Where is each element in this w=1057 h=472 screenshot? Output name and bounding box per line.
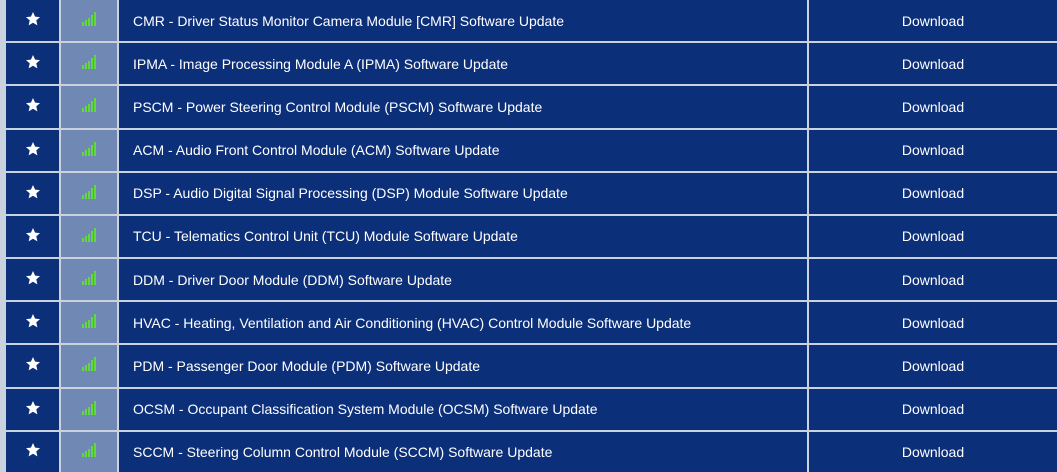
signal-bars-icon (82, 141, 96, 156)
favorite-cell (0, 388, 61, 432)
update-row: OCSM - Occupant Classification System Mo… (0, 388, 1057, 432)
download-cell: Download (809, 0, 1057, 44)
update-title: IPMA - Image Processing Module A (IPMA) … (119, 43, 809, 87)
star-icon[interactable] (25, 400, 41, 416)
signal-bars-icon (82, 400, 96, 415)
signal-bars-icon (82, 98, 96, 113)
update-row: CMR - Driver Status Monitor Camera Modul… (0, 0, 1057, 44)
download-link[interactable]: Download (902, 272, 964, 288)
signal-bars-icon (82, 271, 96, 286)
update-row: PSCM - Power Steering Control Module (PS… (0, 86, 1057, 130)
download-cell: Download (809, 129, 1057, 173)
signal-cell (61, 215, 119, 260)
update-row: SCCM - Steering Column Control Module (S… (0, 431, 1057, 472)
favorite-cell (0, 172, 61, 216)
signal-cell (61, 431, 119, 472)
signal-bars-icon (82, 227, 96, 242)
signal-bars-icon (82, 357, 96, 372)
software-updates-table: CMR - Driver Status Monitor Camera Modul… (0, 0, 1057, 472)
update-row: HVAC - Heating, Ventilation and Air Cond… (0, 302, 1057, 346)
signal-bars-icon (82, 12, 96, 27)
update-row: ACM - Audio Front Control Module (ACM) S… (0, 129, 1057, 173)
download-link[interactable]: Download (902, 56, 964, 72)
download-cell: Download (809, 172, 1057, 216)
update-title: DDM - Driver Door Module (DDM) Software … (119, 259, 809, 303)
signal-cell (61, 129, 119, 173)
download-link[interactable]: Download (902, 315, 964, 331)
update-title: PSCM - Power Steering Control Module (PS… (119, 86, 809, 130)
update-row: IPMA - Image Processing Module A (IPMA) … (0, 43, 1057, 87)
signal-cell (61, 388, 119, 432)
star-icon[interactable] (25, 97, 41, 113)
favorite-cell (0, 345, 61, 389)
star-icon[interactable] (25, 141, 41, 157)
update-title: OCSM - Occupant Classification System Mo… (119, 388, 809, 432)
download-cell: Download (809, 86, 1057, 130)
favorite-cell (0, 302, 61, 346)
updates-table-body: CMR - Driver Status Monitor Camera Modul… (0, 0, 1057, 472)
download-link[interactable]: Download (902, 358, 964, 374)
update-row: DSP - Audio Digital Signal Processing (D… (0, 172, 1057, 216)
star-icon[interactable] (25, 313, 41, 329)
star-icon[interactable] (25, 356, 41, 372)
favorite-cell (0, 43, 61, 87)
signal-cell (61, 0, 119, 44)
signal-bars-icon (82, 443, 96, 458)
favorite-cell (0, 86, 61, 130)
signal-bars-icon (82, 184, 96, 199)
signal-bars-icon (82, 55, 96, 70)
star-icon[interactable] (25, 442, 41, 458)
signal-cell (61, 86, 119, 130)
star-icon[interactable] (25, 184, 41, 200)
update-title: DSP - Audio Digital Signal Processing (D… (119, 172, 809, 216)
download-cell: Download (809, 431, 1057, 472)
update-title: CMR - Driver Status Monitor Camera Modul… (119, 0, 809, 44)
star-icon[interactable] (25, 227, 41, 243)
download-cell: Download (809, 302, 1057, 346)
update-title: HVAC - Heating, Ventilation and Air Cond… (119, 302, 809, 346)
favorite-cell (0, 129, 61, 173)
signal-cell (61, 43, 119, 87)
update-row: DDM - Driver Door Module (DDM) Software … (0, 259, 1057, 303)
download-cell: Download (809, 259, 1057, 303)
star-icon[interactable] (25, 270, 41, 286)
star-icon[interactable] (25, 11, 41, 27)
update-title: ACM - Audio Front Control Module (ACM) S… (119, 129, 809, 173)
download-link[interactable]: Download (902, 13, 964, 29)
signal-cell (61, 259, 119, 303)
favorite-cell (0, 259, 61, 303)
favorite-cell (0, 431, 61, 472)
update-row: TCU - Telematics Control Unit (TCU) Modu… (0, 215, 1057, 260)
signal-cell (61, 345, 119, 389)
update-row: PDM - Passenger Door Module (PDM) Softwa… (0, 345, 1057, 389)
signal-cell (61, 172, 119, 216)
signal-cell (61, 302, 119, 346)
download-cell: Download (809, 345, 1057, 389)
update-title: SCCM - Steering Column Control Module (S… (119, 431, 809, 472)
download-link[interactable]: Download (902, 99, 964, 115)
download-cell: Download (809, 215, 1057, 260)
favorite-cell (0, 215, 61, 260)
download-link[interactable]: Download (902, 185, 964, 201)
download-cell: Download (809, 43, 1057, 87)
update-title: TCU - Telematics Control Unit (TCU) Modu… (119, 215, 809, 260)
download-cell: Download (809, 388, 1057, 432)
download-link[interactable]: Download (902, 401, 964, 417)
favorite-cell (0, 0, 61, 44)
download-link[interactable]: Download (902, 444, 964, 460)
signal-bars-icon (82, 314, 96, 329)
download-link[interactable]: Download (902, 142, 964, 158)
star-icon[interactable] (25, 54, 41, 70)
update-title: PDM - Passenger Door Module (PDM) Softwa… (119, 345, 809, 389)
download-link[interactable]: Download (902, 228, 964, 244)
